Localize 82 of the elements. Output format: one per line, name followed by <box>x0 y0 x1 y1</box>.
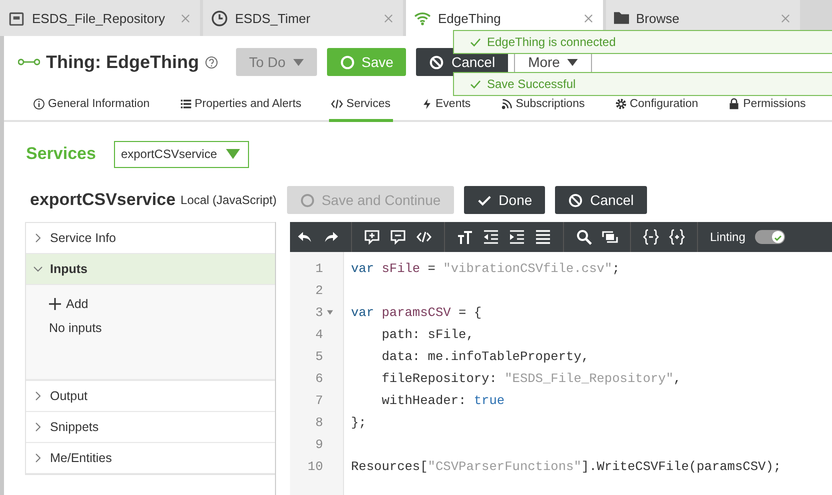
chevron-icon <box>33 422 43 432</box>
nav-tab[interactable]: Properties and Alerts <box>178 88 304 122</box>
add-comment-icon[interactable] <box>364 229 380 245</box>
archive-icon <box>8 10 25 26</box>
accordion-header[interactable]: Inputs <box>26 254 275 285</box>
replace-icon[interactable] <box>602 229 618 245</box>
connector-icon <box>18 57 40 67</box>
service-scope: Local (JavaScript) <box>180 193 277 207</box>
code-line: path: sFile, <box>380 326 474 342</box>
rss-icon <box>500 98 513 110</box>
folder-icon <box>614 12 629 24</box>
chevron-icon <box>33 233 43 243</box>
code-line: var paramsCSV = { <box>351 304 482 320</box>
gear-icon <box>614 98 627 110</box>
caret-icon <box>292 58 304 66</box>
line-number: 2 <box>315 282 323 298</box>
code-icon[interactable] <box>416 229 432 245</box>
code-line: var sFile = "vibrationCSVfile.csv"; <box>351 260 620 276</box>
chevron-icon <box>33 391 43 401</box>
nav-tab[interactable]: General Information <box>31 88 152 122</box>
done-button[interactable]: Done <box>464 186 546 214</box>
caret-icon <box>226 149 240 159</box>
collapse-icon[interactable] <box>643 229 659 245</box>
linting-label: Linting <box>710 230 746 244</box>
comment-icon[interactable] <box>390 229 406 245</box>
ban-icon <box>568 192 584 208</box>
list-icon <box>180 98 192 110</box>
code-icon <box>331 98 344 110</box>
cancel-button[interactable]: Cancel <box>555 186 647 214</box>
line-number: 10 <box>308 458 323 474</box>
line-number: 1 <box>315 260 323 276</box>
code-line: withHeader: true <box>380 392 505 408</box>
thing-title: Thing: EdgeThing <box>46 52 199 72</box>
toast-notification: Save Successful <box>453 72 832 96</box>
check-icon <box>470 80 481 88</box>
service-dropdown[interactable]: exportCSVservice <box>114 140 249 168</box>
lock-icon <box>728 98 740 110</box>
expand-icon[interactable] <box>669 229 685 245</box>
accordion-header[interactable]: Snippets <box>26 412 275 443</box>
check-icon <box>470 38 481 46</box>
code-line: fileRepository: "ESDS_File_Repository", <box>380 370 682 386</box>
align-icon[interactable] <box>535 229 551 245</box>
browser-tab[interactable]: ESDS_Timer <box>203 0 403 36</box>
service-name: exportCSVservice <box>30 190 176 210</box>
check-icon <box>773 233 784 243</box>
wifi-icon <box>414 10 431 26</box>
code-line: data: me.infoTableProperty, <box>380 348 590 364</box>
accordion-header[interactable]: Output <box>26 381 275 412</box>
help-icon[interactable] <box>204 56 218 68</box>
bolt-icon <box>420 98 433 110</box>
search-icon[interactable] <box>576 229 592 245</box>
outdent-icon[interactable] <box>483 229 499 245</box>
line-number: 8 <box>315 414 323 430</box>
circle-icon <box>340 54 355 70</box>
info-icon <box>33 98 45 110</box>
browser-tab[interactable]: ESDS_File_Repository <box>0 0 200 36</box>
plus-icon <box>49 298 61 310</box>
caret-icon <box>566 58 578 66</box>
fold-icon[interactable] <box>327 310 333 314</box>
toast-notification: EdgeThing is connected <box>453 30 832 54</box>
circle-icon <box>300 192 315 208</box>
line-number: 3 <box>315 304 323 320</box>
close-icon[interactable] <box>584 14 593 22</box>
indent-icon[interactable] <box>509 229 525 245</box>
line-number: 4 <box>315 326 323 342</box>
chevron-icon <box>33 453 43 463</box>
text-size-icon[interactable] <box>457 229 473 245</box>
linting-toggle[interactable] <box>755 230 786 244</box>
line-number: 7 <box>315 392 323 408</box>
add-button[interactable]: Add <box>49 297 88 311</box>
line-number: 9 <box>315 436 323 452</box>
accordion-header[interactable]: Me/Entities <box>26 443 275 474</box>
line-number: 5 <box>315 348 323 364</box>
clock-icon <box>211 10 228 26</box>
code-line: Resources["CSVParserFunctions"].WriteCSVFile(paramsCSV); <box>351 458 782 474</box>
code-line: }; <box>351 414 366 430</box>
line-number: 6 <box>315 370 323 386</box>
section-heading: Services <box>26 144 96 164</box>
chevron-icon <box>33 264 43 274</box>
empty-message: No inputs <box>49 321 103 335</box>
nav-tab[interactable]: Services <box>329 88 393 122</box>
ban-icon <box>429 54 444 70</box>
